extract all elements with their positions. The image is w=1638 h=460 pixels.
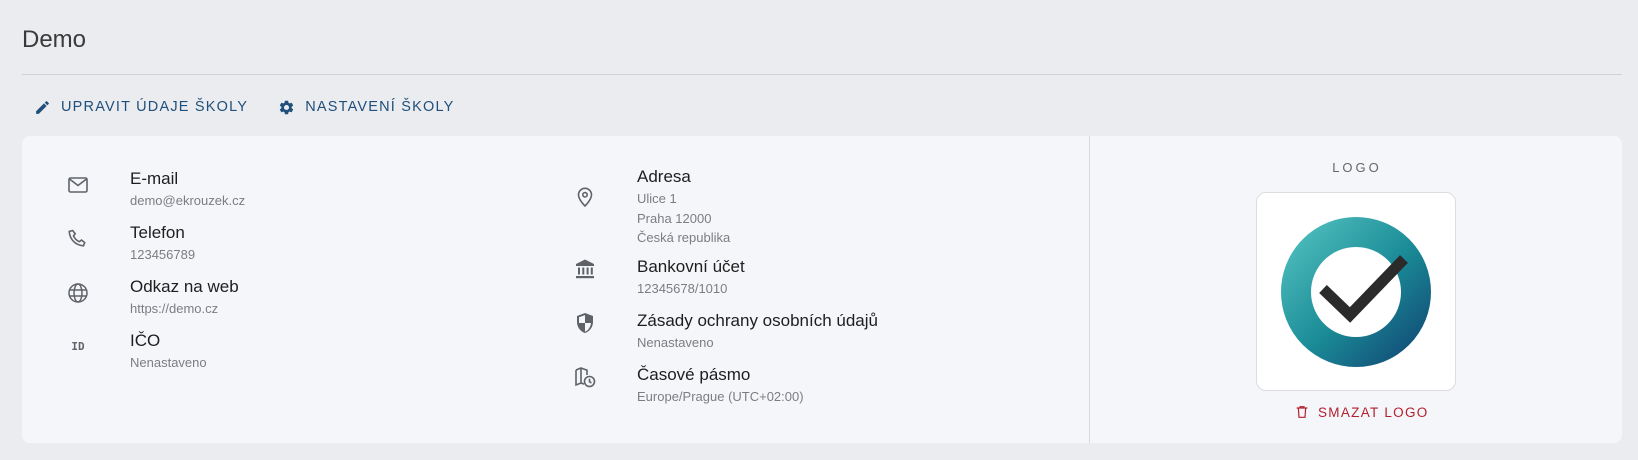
pencil-icon	[36, 100, 49, 114]
web-value: https://demo.cz	[130, 301, 219, 316]
action-bar: UPRAVIT ÚDAJE ŠKOLY NASTAVENÍ ŠKOLY	[22, 92, 473, 122]
ico-value: Nenastaveno	[130, 355, 207, 370]
timezone-info: Časové pásmo Europe/Prague (UTC+02:00)	[573, 365, 1023, 409]
timezone-label: Časové pásmo	[637, 365, 751, 384]
globe-icon	[66, 281, 90, 305]
privacy-info: Zásady ochrany osobních údajů Nenastaven…	[573, 311, 1023, 355]
ico-label: IČO	[130, 331, 161, 350]
delete-logo-label: SMAZAT LOGO	[1318, 404, 1429, 420]
bank-label: Bankovní účet	[637, 257, 745, 276]
privacy-label: Zásady ochrany osobních údajů	[637, 311, 878, 330]
privacy-value: Nenastaveno	[637, 335, 714, 350]
trash-icon	[1296, 406, 1308, 418]
mail-icon	[66, 173, 90, 197]
logo-title: LOGO	[1332, 160, 1382, 175]
location-pin-icon	[573, 185, 597, 209]
school-info-card: E-mail demo@ekrouzek.cz Telefon 12345678…	[22, 136, 1622, 443]
ico-info: ID IČO Nenastaveno	[66, 331, 466, 375]
address-line-1: Ulice 1	[637, 191, 677, 206]
timezone-value: Europe/Prague (UTC+02:00)	[637, 389, 804, 404]
delete-logo-button[interactable]: SMAZAT LOGO	[1294, 404, 1429, 420]
email-info: E-mail demo@ekrouzek.cz	[66, 169, 466, 213]
phone-icon	[66, 227, 90, 251]
bank-value: 12345678/1010	[637, 281, 728, 296]
map-clock-icon	[573, 365, 597, 389]
logo-preview[interactable]	[1256, 192, 1456, 391]
email-label: E-mail	[130, 169, 179, 188]
edit-school-button[interactable]: UPRAVIT ÚDAJE ŠKOLY	[22, 95, 260, 120]
shield-icon	[573, 311, 597, 335]
school-settings-button[interactable]: NASTAVENÍ ŠKOLY	[266, 95, 466, 120]
column-divider	[1089, 136, 1090, 443]
web-label: Odkaz na web	[130, 277, 239, 296]
school-settings-label: NASTAVENÍ ŠKOLY	[305, 99, 455, 115]
email-value: demo@ekrouzek.cz	[130, 193, 246, 208]
web-info: Odkaz na web https://demo.cz	[66, 277, 466, 321]
gear-icon	[280, 100, 294, 114]
address-label: Adresa	[637, 167, 691, 186]
address-info: Adresa Ulice 1 Praha 12000 Česká republi…	[573, 167, 1023, 245]
page-title: Demo	[22, 26, 87, 53]
bank-info: Bankovní účet 12345678/1010	[573, 257, 1023, 301]
header-divider	[22, 74, 1622, 75]
edit-school-label: UPRAVIT ÚDAJE ŠKOLY	[61, 99, 249, 115]
phone-info: Telefon 123456789	[66, 223, 466, 267]
id-icon: ID	[71, 340, 85, 353]
bank-icon	[573, 257, 597, 281]
school-logo	[1281, 216, 1431, 367]
phone-label: Telefon	[130, 223, 185, 242]
phone-value: 123456789	[130, 247, 196, 262]
address-line-2: Praha 12000	[637, 211, 712, 226]
address-line-3: Česká republika	[637, 230, 731, 245]
